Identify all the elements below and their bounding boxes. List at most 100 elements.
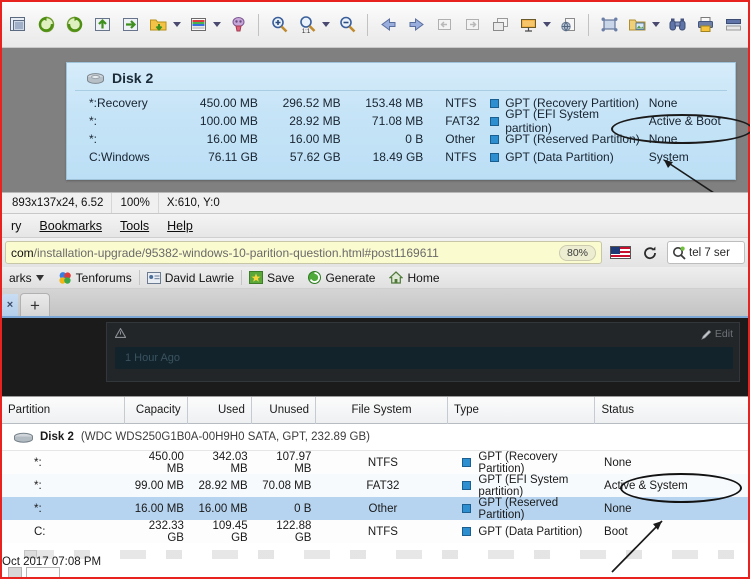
menu-item-history[interactable]: ry (2, 214, 30, 238)
cell-type-text: GPT (Data Partition) (505, 150, 614, 164)
bookmark-home[interactable]: Home (382, 267, 446, 288)
reload-button[interactable] (639, 245, 661, 261)
zoom-actual-size-icon[interactable]: 1:1 (295, 13, 319, 37)
disk-panel-title: Disk 2 (75, 63, 727, 91)
first-image-icon[interactable] (432, 13, 456, 37)
column-header-status[interactable]: Status (595, 397, 748, 424)
cell-type: GPT (EFI System partition) (448, 474, 596, 498)
save-as-icon[interactable] (146, 13, 170, 37)
warning-icon (114, 327, 127, 341)
thumbnails-icon[interactable] (6, 13, 30, 37)
cell-unused: 0 B (294, 502, 312, 515)
edit-post-button[interactable]: Edit (701, 328, 733, 340)
browser-navigation-bar: com/installation-upgrade/95382-windows-1… (2, 238, 748, 267)
copy-window-icon[interactable] (488, 13, 512, 37)
address-bar[interactable]: com/installation-upgrade/95382-windows-1… (5, 241, 602, 264)
footer-button-left[interactable] (8, 567, 22, 577)
zoom-dropdown-caret-icon[interactable] (321, 13, 330, 37)
screenshot-root: 1:1 Disk 2 *:Recovery 450.00 MB 296.52 M… (0, 0, 750, 579)
search-input[interactable]: tel 7 ser (667, 241, 745, 264)
cell-status: None (604, 456, 632, 469)
us-flag-icon[interactable] (610, 246, 631, 259)
cell-partition: *:Recovery (89, 96, 148, 110)
binoculars-icon[interactable] (665, 13, 689, 37)
slideshow-icon[interactable] (516, 13, 540, 37)
disk-group-row[interactable]: Disk 2 (WDC WDS250G1B0A-00H9H0 SATA, GPT… (2, 424, 748, 451)
column-header-unused[interactable]: Unused (252, 396, 317, 424)
cell-status: None (648, 132, 678, 146)
post-timestamp: 1 Hour Ago (115, 347, 733, 369)
printer-icon[interactable] (693, 13, 717, 37)
menu-item-tools[interactable]: Tools (111, 214, 158, 238)
cell-unused: 122.88 GB (276, 519, 312, 544)
cell-used: 16.00 MB (289, 132, 341, 146)
toolbar-group-zoom: 1:1 (265, 8, 361, 42)
cell-partition: *: (89, 114, 98, 128)
disk-panel-row: *: 16.00 MB 16.00 MB 0 B Other GPT (Rese… (67, 130, 735, 148)
disk-icon (87, 73, 104, 84)
slideshow-dropdown-caret-icon[interactable] (542, 13, 551, 37)
zoom-in-icon[interactable] (267, 13, 291, 37)
cell-unused: 107.97 MB (276, 450, 312, 475)
save-as-dropdown-caret-icon[interactable] (172, 13, 181, 37)
type-color-square-icon (462, 481, 472, 490)
column-header-partition[interactable]: Partition (2, 396, 126, 424)
cell-partition: *: (34, 502, 42, 515)
export-icon[interactable] (118, 13, 142, 37)
cell-capacity: 76.11 GB (208, 150, 258, 164)
edit-post-label: Edit (714, 328, 733, 340)
column-header-capacity[interactable]: Capacity (125, 396, 188, 424)
table-row[interactable]: *: 99.00 MB 28.92 MB 70.08 MB FAT32 GPT … (2, 474, 748, 498)
cell-used: 57.62 GB (289, 150, 341, 164)
paint-icon[interactable] (226, 13, 250, 37)
post-container: Edit 1 Hour Ago (106, 322, 740, 382)
new-tab-button[interactable]: + (20, 293, 50, 316)
cell-file-system: FAT32 (366, 479, 400, 492)
table-row[interactable]: *: 450.00 MB 342.03 MB 107.97 MB NTFS GP… (2, 450, 748, 475)
cell-unused: 0 B (405, 132, 424, 146)
cell-partition: *: (34, 456, 42, 469)
tenforums-icon (59, 271, 71, 284)
open-web-icon[interactable] (556, 13, 580, 37)
bookmark-folder-label: arks (9, 270, 32, 285)
image-canvas[interactable]: Disk 2 *:Recovery 450.00 MB 296.52 MB 15… (2, 48, 748, 192)
bookmark-david-lawrie[interactable]: David Lawrie (140, 267, 241, 288)
bookmark-save[interactable]: Save (242, 267, 301, 288)
next-image-icon[interactable] (404, 13, 428, 37)
batch-convert-icon[interactable] (625, 13, 649, 37)
table-row[interactable]: *: 16.00 MB 16.00 MB 0 B Other GPT (Rese… (2, 496, 748, 521)
last-image-icon[interactable] (460, 13, 484, 37)
color-adjust-icon[interactable] (186, 13, 210, 37)
cell-file-system: Other (368, 502, 398, 515)
cell-type-text: GPT (Data Partition) (478, 525, 583, 538)
column-header-type[interactable]: Type (448, 396, 596, 424)
menu-item-bookmarks[interactable]: Bookmarks (30, 214, 111, 238)
open-folder-icon[interactable] (90, 13, 114, 37)
column-header-used[interactable]: Used (188, 396, 252, 424)
batch-dropdown-caret-icon[interactable] (651, 13, 660, 37)
bookmark-tenforums[interactable]: Tenforums (51, 267, 139, 288)
fullscreen-icon[interactable] (597, 13, 621, 37)
previous-image-icon[interactable] (376, 13, 400, 37)
bookmark-generate[interactable]: Generate (301, 267, 382, 288)
toolbar-group-file (4, 8, 252, 42)
zoom-out-icon[interactable] (335, 13, 359, 37)
table-row[interactable]: C: 232.33 GB 109.45 GB 122.88 GB NTFS GP… (2, 519, 748, 544)
column-header-file-system[interactable]: File System (316, 396, 448, 424)
cell-used: 109.45 GB (212, 519, 248, 544)
cell-file-system: NTFS (367, 456, 398, 469)
bookmark-folder-other[interactable]: arks (2, 267, 51, 288)
menu-item-help[interactable]: Help (158, 214, 202, 238)
rotate-left-icon[interactable] (34, 13, 58, 37)
cell-partition: *: (34, 479, 42, 492)
scanner-icon[interactable] (721, 13, 745, 37)
partition-table-footer: Oct 2017 07:08 PM (2, 549, 748, 577)
cell-type-text: GPT (Reserved Partition) (478, 496, 559, 521)
type-color-square-icon (490, 116, 500, 126)
rotate-right-icon[interactable] (62, 13, 86, 37)
footer-button-right[interactable] (26, 567, 60, 577)
status-dimensions: 893x137x24, 6.52 (2, 193, 113, 213)
color-adjust-dropdown-caret-icon[interactable] (212, 13, 221, 37)
tab-close-icon[interactable]: × (2, 294, 18, 316)
page-zoom-badge[interactable]: 80% (558, 244, 596, 261)
